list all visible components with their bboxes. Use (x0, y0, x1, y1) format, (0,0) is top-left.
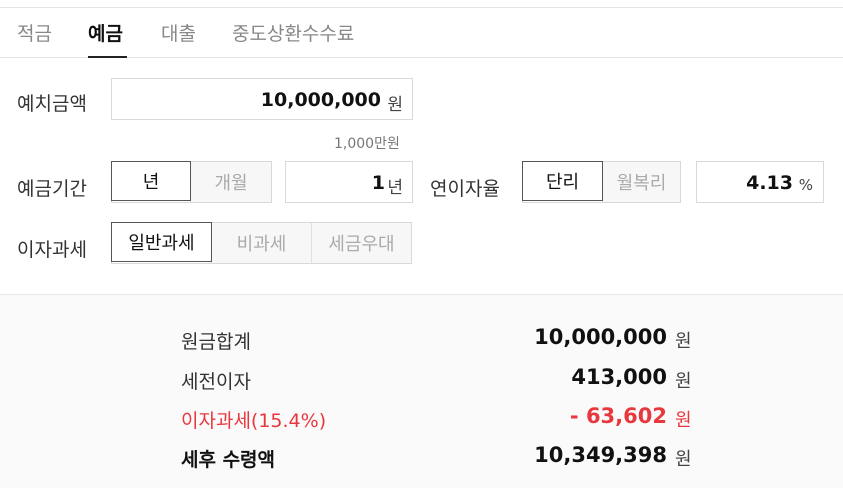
tab-savings[interactable]: 적금 (17, 19, 52, 46)
period-value: 1 (371, 172, 385, 194)
interest-tax-label: 이자과세 (17, 239, 87, 261)
deposit-amount-unit: 원 (387, 95, 403, 115)
tab-deposit[interactable]: 예금 (88, 19, 123, 46)
interest-rate-value: 4.13 (746, 172, 793, 194)
deposit-amount-label: 예치금액 (17, 93, 87, 115)
period-unit-toggle: 년 개월 (111, 161, 272, 203)
interest-tax-result-label: 이자과세(15.4%) (181, 410, 327, 432)
tab-loan[interactable]: 대출 (161, 19, 196, 46)
interest-rate-label: 연이자율 (430, 178, 500, 200)
tax-type-tax-free[interactable]: 비과세 (211, 223, 311, 263)
interest-tax-result-unit: 원 (675, 410, 692, 431)
calculator-tabs: 적금 예금 대출 중도상환수수료 (0, 8, 843, 58)
deposit-amount-value: 10,000,000 (260, 89, 381, 111)
principal-total-value: 10,000,000 (534, 325, 667, 349)
net-amount-unit: 원 (675, 449, 692, 470)
net-amount-value: 10,349,398 (534, 443, 667, 467)
period-unit-month[interactable]: 개월 (190, 162, 271, 202)
interest-tax-result-value: - 63,602 (569, 404, 667, 428)
tax-type-toggle: 일반과세 비과세 세금우대 (111, 222, 412, 264)
net-amount-label: 세후 수령액 (181, 449, 276, 471)
interest-rate-input[interactable]: 4.13 % (696, 161, 824, 203)
interest-type-monthly-compound[interactable]: 월복리 (602, 162, 680, 202)
pretax-interest-label: 세전이자 (181, 371, 251, 393)
period-input[interactable]: 1 년 (285, 161, 413, 203)
result-panel: 원금합계 10,000,000 원 세전이자 413,000 원 이자과세(15… (0, 294, 843, 488)
interest-type-simple[interactable]: 단리 (522, 161, 603, 201)
deposit-amount-input[interactable]: 10,000,000 원 (111, 78, 413, 120)
deposit-period-label: 예금기간 (17, 178, 87, 200)
deposit-amount-hint: 1,000만원 (334, 136, 400, 152)
pretax-interest-value: 413,000 (571, 365, 667, 389)
tax-type-preferential[interactable]: 세금우대 (311, 223, 411, 263)
interest-type-toggle: 단리 월복리 (522, 161, 681, 203)
principal-total-label: 원금합계 (181, 331, 251, 353)
pretax-interest-unit: 원 (675, 371, 692, 392)
tab-prepayment-fee[interactable]: 중도상환수수료 (232, 19, 354, 46)
active-tab-indicator (88, 56, 127, 58)
period-unit-year[interactable]: 년 (111, 161, 191, 201)
principal-total-unit: 원 (675, 331, 692, 352)
tax-type-general[interactable]: 일반과세 (111, 222, 212, 262)
interest-rate-unit: % (798, 176, 813, 194)
period-unit: 년 (387, 178, 403, 198)
